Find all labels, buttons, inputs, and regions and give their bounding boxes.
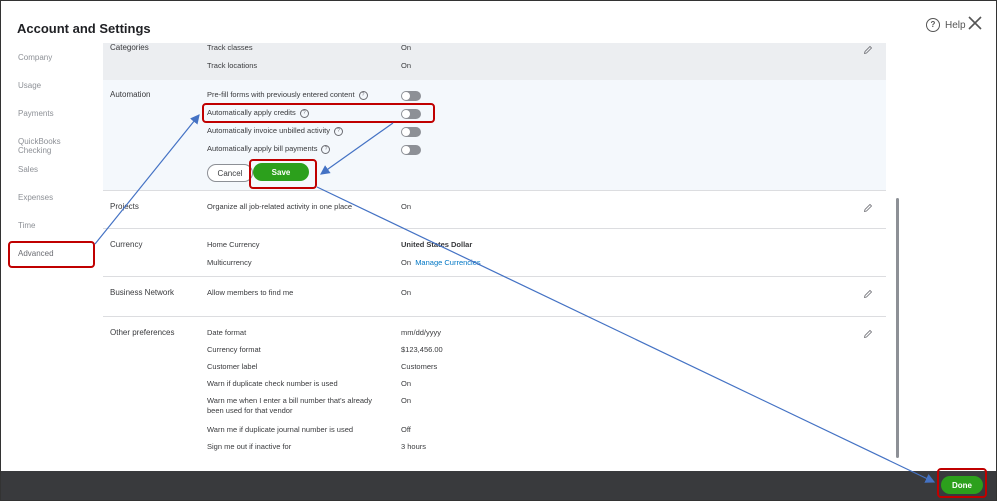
- footer: [1, 471, 996, 500]
- value-sign-out-inactive: 3 hours: [401, 442, 427, 451]
- item-invoice-unbilled: Automatically invoice unbilled activity?: [207, 126, 343, 136]
- page-title: Account and Settings: [17, 21, 151, 36]
- sidebar-item-usage[interactable]: Usage: [18, 81, 41, 90]
- item-customer-label: Customer label: [207, 362, 258, 371]
- value-warn-duplicate-journal: Off: [401, 425, 411, 434]
- value-warn-bill-number: On: [401, 396, 412, 405]
- item-warn-duplicate-journal: Warn me if duplicate journal number is u…: [207, 425, 354, 434]
- help-label: Help: [945, 19, 966, 31]
- help-circle-icon: ?: [926, 18, 940, 32]
- annotation-box-done: [937, 468, 987, 498]
- section-other-preferences: Other preferences Date format mm/dd/yyyy…: [103, 316, 886, 471]
- item-track-classes: Track classes: [207, 43, 253, 52]
- item-warn-bill-number-line2: been used for that vendor: [207, 406, 293, 415]
- item-apply-bill-payments-label: Automatically apply bill payments: [207, 144, 318, 153]
- item-apply-bill-payments: Automatically apply bill payments?: [207, 144, 331, 154]
- header: Account and Settings ? Help: [1, 1, 996, 43]
- value-currency-format: $123,456.00: [401, 345, 443, 354]
- close-icon[interactable]: [967, 15, 983, 31]
- value-home-currency: United States Dollar: [401, 240, 473, 249]
- sidebar-item-time[interactable]: Time: [18, 221, 35, 230]
- pencil-icon[interactable]: [863, 289, 873, 299]
- item-allow-members: Allow members to find me: [207, 288, 294, 297]
- toggle-prefill-forms[interactable]: [401, 91, 421, 101]
- item-track-locations: Track locations: [207, 61, 258, 70]
- item-sign-out-inactive: Sign me out if inactive for: [207, 442, 292, 451]
- help-button[interactable]: ? Help: [926, 18, 966, 32]
- item-warn-bill-number: Warn me when I enter a bill number that'…: [207, 396, 372, 405]
- item-date-format: Date format: [207, 328, 247, 337]
- sidebar-item-company[interactable]: Company: [18, 53, 52, 62]
- item-home-currency: Home Currency: [207, 240, 260, 249]
- item-organize-jobs: Organize all job-related activity in one…: [207, 202, 353, 211]
- value-track-classes: On: [401, 43, 412, 52]
- item-prefill-forms: Pre-fill forms with previously entered c…: [207, 90, 368, 100]
- value-track-locations: On: [401, 61, 412, 70]
- item-multicurrency: Multicurrency: [207, 258, 252, 267]
- cancel-button[interactable]: Cancel: [207, 164, 253, 182]
- manage-currencies-link[interactable]: Manage Currencies: [415, 258, 480, 267]
- sidebar-item-quickbooks-checking[interactable]: QuickBooks Checking: [18, 137, 96, 155]
- question-circle-icon[interactable]: ?: [358, 90, 368, 100]
- section-label-business-network: Business Network: [110, 288, 175, 297]
- item-invoice-unbilled-label: Automatically invoice unbilled activity: [207, 126, 330, 135]
- annotation-box-save: [249, 159, 317, 189]
- value-date-format: mm/dd/yyyy: [401, 328, 442, 337]
- annotation-box-advanced: [8, 241, 95, 268]
- item-prefill-forms-label: Pre-fill forms with previously entered c…: [207, 90, 355, 99]
- toggle-apply-bill-payments[interactable]: [401, 145, 421, 155]
- pencil-icon[interactable]: [863, 203, 873, 213]
- sidebar-item-sales[interactable]: Sales: [18, 165, 38, 174]
- item-currency-format: Currency format: [207, 345, 261, 354]
- section-projects: Projects Organize all job-related activi…: [103, 190, 886, 229]
- toggle-invoice-unbilled[interactable]: [401, 127, 421, 137]
- value-allow-members: On: [401, 288, 412, 297]
- section-categories: Categories Track classes On Track locati…: [103, 43, 886, 81]
- sidebar-item-expenses[interactable]: Expenses: [18, 193, 53, 202]
- annotation-box-apply-credits: [202, 103, 435, 123]
- value-warn-duplicate-check: On: [401, 379, 412, 388]
- section-label-categories: Categories: [110, 43, 149, 52]
- section-business-network: Business Network Allow members to find m…: [103, 276, 886, 317]
- section-label-currency: Currency: [110, 240, 143, 249]
- question-circle-icon[interactable]: ?: [321, 144, 331, 154]
- value-customer-label: Customers: [401, 362, 438, 371]
- section-label-other-preferences: Other preferences: [110, 328, 175, 337]
- value-organize-jobs: On: [401, 202, 412, 211]
- value-multicurrency: On Manage Currencies: [401, 258, 481, 267]
- question-circle-icon[interactable]: ?: [333, 126, 343, 136]
- value-multicurrency-state: On: [401, 258, 412, 267]
- section-label-projects: Projects: [110, 202, 139, 211]
- section-currency: Currency Home Currency United States Dol…: [103, 228, 886, 277]
- pencil-icon[interactable]: [863, 45, 873, 55]
- sidebar-item-payments[interactable]: Payments: [18, 109, 54, 118]
- section-label-automation: Automation: [110, 90, 151, 99]
- settings-window: Account and Settings ? Help Company Usag…: [0, 0, 997, 501]
- scrollbar[interactable]: [896, 198, 899, 458]
- pencil-icon[interactable]: [863, 329, 873, 339]
- section-automation: Automation Pre-fill forms with previousl…: [103, 80, 886, 191]
- item-warn-duplicate-check: Warn if duplicate check number is used: [207, 379, 338, 388]
